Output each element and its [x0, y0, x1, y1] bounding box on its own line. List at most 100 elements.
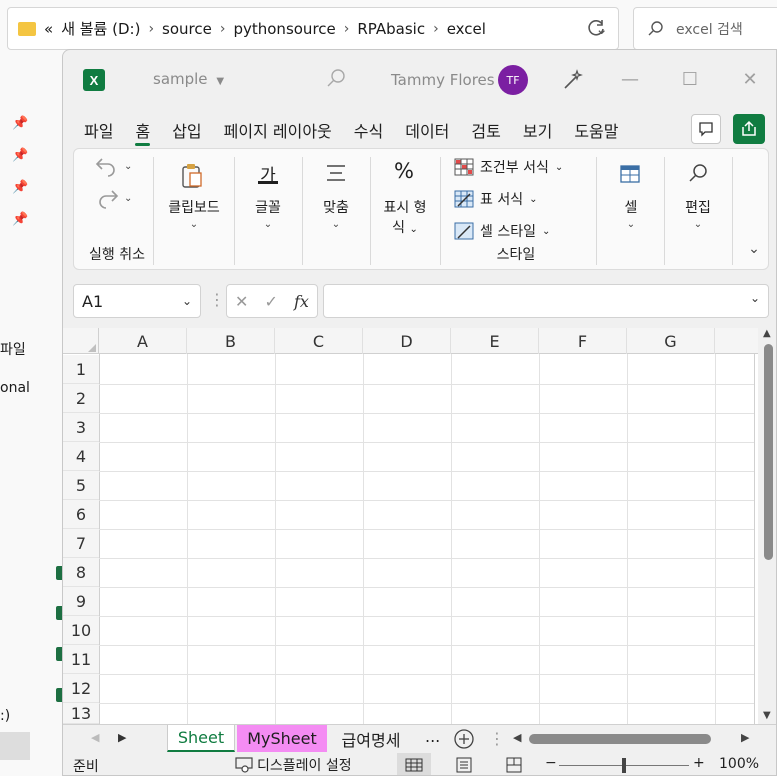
row-header[interactable]: 1 — [63, 355, 99, 384]
wand-icon[interactable] — [561, 68, 585, 92]
row-header[interactable]: 2 — [63, 384, 99, 413]
tab-view[interactable]: 보기 — [512, 114, 563, 144]
row-header[interactable]: 4 — [63, 442, 99, 471]
breadcrumb-excel[interactable]: excel — [447, 20, 486, 38]
avatar[interactable]: TF — [498, 65, 528, 95]
cell-styles-button[interactable]: 셀 스타일 ⌄ — [454, 221, 550, 241]
row-header[interactable]: 7 — [63, 529, 99, 558]
breadcrumb-drive[interactable]: 새 볼륨 (D:) — [61, 18, 140, 39]
insert-function-button[interactable]: fx — [294, 292, 309, 311]
zoom-slider-thumb[interactable] — [622, 758, 626, 773]
scroll-right-icon[interactable]: ▶ — [741, 731, 749, 744]
back-history-icon[interactable]: « — [44, 20, 53, 38]
prev-sheet-icon[interactable]: ◀ — [91, 731, 99, 744]
chevron-down-icon[interactable]: ⌄ — [124, 193, 132, 204]
ribbon-expand-icon[interactable]: ⌄ — [744, 241, 764, 257]
cells-icon[interactable] — [619, 163, 641, 185]
column-header[interactable]: E — [451, 328, 539, 354]
chevron-down-icon[interactable]: ⌄ — [326, 219, 346, 230]
row-header[interactable]: 11 — [63, 645, 99, 674]
breadcrumb-pythonsource[interactable]: pythonsource — [233, 20, 335, 38]
chevron-down-icon[interactable]: ⌄ — [688, 219, 708, 230]
share-button[interactable] — [733, 114, 765, 144]
align-icon[interactable] — [325, 163, 347, 183]
zoom-in-button[interactable]: + — [693, 755, 705, 771]
breadcrumb-rpabasic[interactable]: RPAbasic — [357, 20, 425, 38]
more-sheets-button[interactable]: ... — [425, 727, 440, 746]
format-as-table-button[interactable]: 표 서식 ⌄ — [454, 189, 537, 209]
page-layout-view-button[interactable] — [455, 757, 473, 773]
enter-icon[interactable]: ✓ — [265, 292, 278, 311]
tab-file[interactable]: 파일 — [73, 114, 124, 144]
explorer-search[interactable]: excel 검색 — [633, 7, 777, 50]
sheet-tab[interactable]: 급여명세 — [331, 725, 411, 752]
vertical-scrollbar[interactable]: ▲ ▼ — [758, 328, 776, 724]
breadcrumb-source[interactable]: source — [162, 20, 212, 38]
tab-page-layout[interactable]: 페이지 레이아웃 — [213, 114, 343, 144]
user-name[interactable]: Tammy Flores — [391, 71, 495, 89]
minimize-button[interactable]: — — [615, 64, 645, 94]
sheet-tab[interactable]: MySheet — [237, 725, 327, 752]
tab-splitter-icon[interactable]: ⋮ — [489, 729, 505, 748]
formula-splitter-icon[interactable]: ⋮ — [209, 290, 225, 309]
chevron-down-icon[interactable]: ⌄ — [184, 219, 204, 230]
undo-icon[interactable] — [94, 155, 120, 177]
editing-button[interactable]: 편집 — [676, 197, 720, 217]
cells-button[interactable]: 셀 — [612, 197, 650, 217]
horizontal-scroll-thumb[interactable] — [529, 734, 711, 744]
tab-formulas[interactable]: 수식 — [343, 114, 394, 144]
chevron-down-icon[interactable]: ⌄ — [124, 161, 132, 172]
tab-help[interactable]: 도움말 — [563, 114, 629, 144]
display-settings-button[interactable]: 디스플레이 설정 — [235, 755, 352, 775]
percent-icon[interactable]: % — [384, 159, 424, 183]
redo-icon[interactable] — [94, 187, 120, 209]
formula-input[interactable]: ⌄ — [323, 284, 769, 318]
sheet-tab-active[interactable]: Sheet — [167, 725, 235, 752]
chevron-down-icon[interactable]: ⌄ — [258, 219, 278, 230]
row-header[interactable]: 8 — [63, 558, 99, 587]
tab-insert[interactable]: 삽입 — [161, 114, 212, 144]
row-header[interactable]: 12 — [63, 674, 99, 703]
next-sheet-icon[interactable]: ▶ — [118, 731, 126, 744]
number-format-button[interactable]: 표시 형 — [374, 197, 436, 217]
scroll-up-icon[interactable]: ▲ — [763, 328, 771, 339]
font-button[interactable]: 글꼴 — [244, 197, 292, 217]
chevron-down-icon[interactable]: ⌄ — [621, 219, 641, 230]
search-icon[interactable] — [325, 68, 347, 90]
comments-button[interactable] — [691, 114, 721, 144]
conditional-format-button[interactable]: 조건부 서식 ⌄ — [454, 157, 563, 177]
scroll-thumb[interactable] — [764, 344, 773, 560]
align-button[interactable]: 맞춤 — [312, 197, 360, 217]
column-header[interactable]: D — [363, 328, 451, 354]
cancel-icon[interactable]: ✕ — [235, 292, 248, 311]
column-header[interactable]: G — [627, 328, 715, 354]
row-header[interactable]: 13 — [63, 703, 99, 724]
clipboard-icon[interactable] — [180, 163, 204, 189]
tab-review[interactable]: 검토 — [460, 114, 511, 144]
scroll-down-icon[interactable]: ▼ — [763, 710, 771, 721]
scroll-left-icon[interactable]: ◀ — [513, 731, 521, 744]
address-bar[interactable]: « 새 볼륨 (D:) › source › pythonsource › RP… — [7, 7, 619, 50]
tab-data[interactable]: 데이터 — [394, 114, 460, 144]
clipboard-button[interactable]: 클립보드 — [160, 197, 228, 217]
column-header[interactable]: B — [187, 328, 275, 354]
chevron-down-icon[interactable]: ⌄ — [750, 291, 760, 305]
search-icon[interactable] — [687, 163, 709, 185]
nav-item-selected[interactable] — [0, 732, 30, 760]
row-header[interactable]: 9 — [63, 587, 99, 616]
zoom-level[interactable]: 100% — [719, 756, 759, 772]
close-button[interactable]: ✕ — [735, 64, 765, 94]
nav-item-text[interactable]: onal — [0, 380, 30, 396]
column-header[interactable]: A — [99, 328, 187, 354]
nav-item-text[interactable]: :) — [0, 708, 10, 724]
add-sheet-button[interactable] — [453, 728, 475, 750]
maximize-button[interactable]: ☐ — [675, 64, 705, 94]
refresh-icon[interactable] — [585, 17, 607, 39]
row-header[interactable]: 6 — [63, 500, 99, 529]
normal-view-button[interactable] — [397, 753, 431, 775]
worksheet-grid[interactable]: A B C D E F G 1 2 3 4 5 6 7 8 9 10 11 12… — [63, 328, 758, 724]
select-all-corner[interactable] — [63, 328, 99, 354]
column-header[interactable]: F — [539, 328, 627, 354]
zoom-out-button[interactable]: − — [545, 755, 557, 771]
tab-home[interactable]: 홈 — [124, 114, 161, 146]
